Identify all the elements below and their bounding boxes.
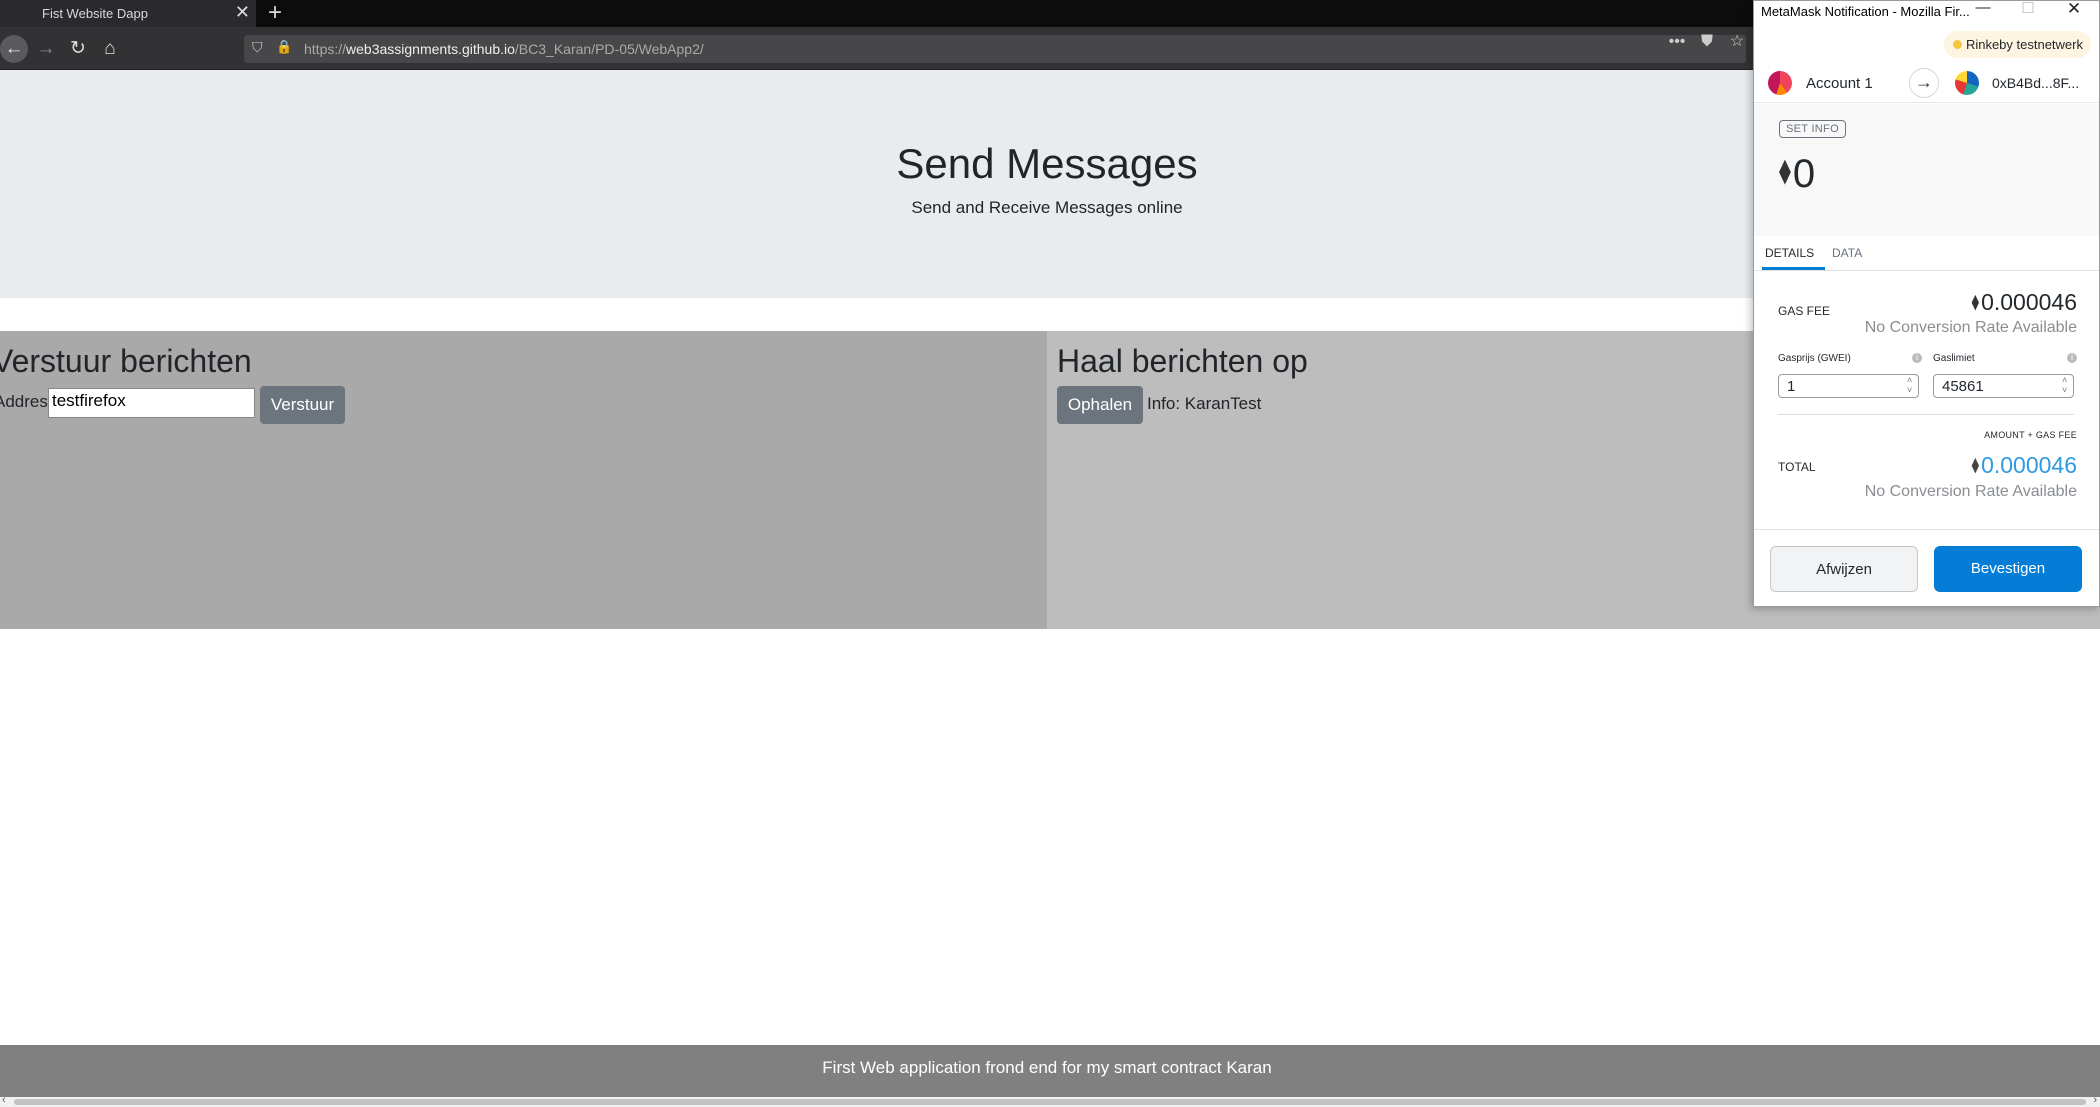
- back-arrow-icon[interactable]: ←: [0, 35, 28, 63]
- maximize-icon[interactable]: ☐: [2013, 0, 2043, 17]
- network-status-dot: [1952, 40, 1962, 49]
- account-avatar: [1768, 71, 1792, 95]
- confirm-button[interactable]: Bevestigen: [1934, 546, 2082, 592]
- scrollbar-thumb[interactable]: [14, 1099, 2086, 1105]
- scroll-left-icon[interactable]: ‹: [2, 1094, 6, 1106]
- eth-icon: ⧫: [1779, 158, 1791, 185]
- scroll-right-icon[interactable]: ›: [2093, 1094, 2097, 1106]
- metamask-window: MetaMask Notification - Mozilla Fir... —…: [1753, 0, 2100, 607]
- gas-price-input[interactable]: 1 ˄ ˅: [1778, 374, 1919, 398]
- no-conversion-text: No Conversion Rate Available: [1864, 319, 2077, 336]
- gas-price-label: Gasprijs (GWEI): [1778, 353, 1851, 364]
- amount-plus-gas-label: AMOUNT + GAS FEE: [1984, 430, 2077, 440]
- recipient-avatar: [1955, 71, 1979, 95]
- eth-amount: ⧫0: [1779, 152, 1816, 196]
- reload-icon[interactable]: ↻: [64, 35, 92, 63]
- gas-limit-label: Gaslimiet: [1933, 353, 1975, 364]
- metamask-tabs: DETAILS DATA: [1754, 236, 2099, 271]
- divider: [1778, 414, 2074, 415]
- page-footer: First Web application frond end for my s…: [0, 1045, 2100, 1097]
- browser-tab[interactable]: Fist Website Dapp ✕: [0, 0, 256, 27]
- network-name: Rinkeby testnetwerk: [1965, 37, 2083, 52]
- tab-title: Fist Website Dapp: [42, 6, 148, 21]
- right-arrow-icon: →: [1909, 68, 1939, 98]
- active-tab-indicator: [1762, 267, 1825, 270]
- gas-fee-value: ⧫0.000046: [1971, 289, 2077, 315]
- more-icon[interactable]: •••: [1662, 33, 1692, 51]
- metamask-window-title: MetaMask Notification - Mozilla Fir...: [1761, 4, 1970, 19]
- home-icon[interactable]: ⌂: [96, 35, 124, 63]
- divider: [1754, 529, 2099, 530]
- tab-data[interactable]: DATA: [1832, 246, 1862, 260]
- fetch-panel-title: Haal berichten op: [1057, 343, 1308, 379]
- bookmark-star-icon[interactable]: ☆: [1722, 31, 1752, 51]
- horizontal-scrollbar[interactable]: ‹ ›: [0, 1094, 2100, 1107]
- close-tab-icon[interactable]: ✕: [235, 2, 250, 23]
- network-badge[interactable]: Rinkeby testnetwerk: [1943, 31, 2091, 58]
- footer-text: First Web application frond end for my s…: [822, 1058, 1272, 1077]
- info-icon[interactable]: i: [2067, 353, 2077, 363]
- verstuur-button[interactable]: Verstuur: [260, 386, 345, 424]
- close-window-icon[interactable]: ✕: [2059, 0, 2089, 19]
- account-name: Account 1: [1806, 75, 1873, 92]
- info-icon[interactable]: i: [1912, 353, 1922, 363]
- account-row: Account 1 → 0xB4Bd...8F...: [1754, 63, 2099, 103]
- reject-button[interactable]: Afwijzen: [1770, 546, 1918, 592]
- eth-icon: ⧫: [1971, 457, 1980, 474]
- pocket-icon[interactable]: ⛊: [1692, 33, 1722, 51]
- info-text: Info: KaranTest: [1147, 394, 1262, 413]
- metamask-titlebar: MetaMask Notification - Mozilla Fir... —…: [1754, 0, 2099, 23]
- recipient-address[interactable]: 0xB4Bd...8F...: [1992, 75, 2079, 91]
- minimize-icon[interactable]: —: [1968, 0, 1998, 16]
- action-badge: SET INFO: [1779, 120, 1846, 138]
- shield-icon[interactable]: ⛉: [252, 39, 263, 56]
- address-input[interactable]: testfirefox: [48, 388, 255, 418]
- no-conversion-text: No Conversion Rate Available: [1864, 483, 2077, 500]
- total-label: TOTAL: [1778, 460, 1816, 474]
- lock-icon[interactable]: 🔒: [276, 39, 292, 55]
- url-bar[interactable]: ⛉ 🔒 https://web3assignments.github.io/BC…: [244, 35, 1746, 63]
- ophalen-button[interactable]: Ophalen: [1057, 386, 1143, 424]
- stepper-icon[interactable]: ˄ ˅: [2062, 375, 2070, 395]
- total-value: ⧫0.000046: [1971, 452, 2077, 478]
- eth-icon: ⧫: [1971, 294, 1980, 311]
- gas-limit-input[interactable]: 45861 ˄ ˅: [1933, 374, 2074, 398]
- send-messages-panel: Verstuur berichten Address: testfirefox …: [0, 331, 1047, 629]
- gas-fee-label: GAS FEE: [1778, 304, 1831, 318]
- transaction-summary: SET INFO ⧫0: [1754, 104, 2099, 236]
- tab-details[interactable]: DETAILS: [1765, 246, 1814, 260]
- url-text[interactable]: https://web3assignments.github.io/BC3_Ka…: [304, 41, 704, 57]
- stepper-icon[interactable]: ˄ ˅: [1907, 375, 1915, 395]
- new-tab-icon[interactable]: +: [268, 0, 282, 27]
- forward-arrow-icon[interactable]: →: [32, 35, 60, 63]
- send-panel-title: Verstuur berichten: [0, 343, 252, 379]
